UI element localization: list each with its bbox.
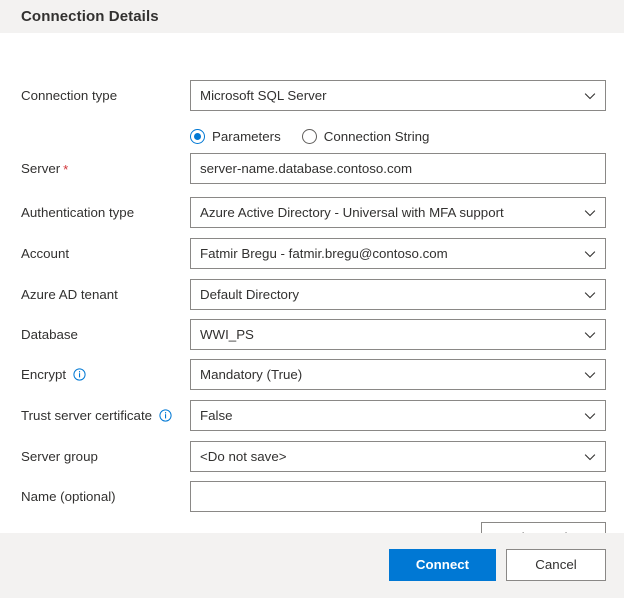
field-value: <Do not save> bbox=[200, 442, 287, 471]
connection-details-dialog: Connection Details Connection type Micros… bbox=[0, 0, 624, 598]
dropdown-server-group[interactable]: <Do not save> bbox=[190, 441, 606, 472]
dialog-title: Connection Details bbox=[0, 8, 159, 25]
form-row-server: Server* server-name.database.contoso.com bbox=[0, 153, 624, 184]
form-row-azure-ad-tenant: Azure AD tenant Default Directory bbox=[0, 279, 624, 310]
radio-option-connection-string[interactable]: Connection String bbox=[302, 129, 430, 144]
chevron-down-icon[interactable] bbox=[584, 401, 596, 430]
dropdown-account[interactable]: Fatmir Bregu - fatmir.bregu@contoso.com bbox=[190, 238, 606, 269]
form-row-trust-server-certificate: Trust server certificate False bbox=[0, 400, 624, 431]
radio-option-parameters[interactable]: Parameters bbox=[190, 129, 281, 144]
label-text: Server group bbox=[21, 449, 98, 464]
form-row-name-optional: Name (optional) bbox=[0, 481, 624, 512]
label-text: Encrypt bbox=[21, 367, 66, 382]
connection-input-mode-radio-group: Parameters Connection String bbox=[190, 125, 450, 147]
chevron-down-icon[interactable] bbox=[584, 442, 596, 471]
dropdown-connection-type[interactable]: Microsoft SQL Server bbox=[190, 80, 606, 111]
label-authentication-type: Authentication type bbox=[21, 197, 134, 228]
label-text: Connection type bbox=[21, 88, 117, 103]
radio-label: Parameters bbox=[212, 129, 281, 144]
info-icon[interactable] bbox=[73, 368, 86, 381]
cancel-button[interactable]: Cancel bbox=[506, 549, 606, 581]
radio-selected-icon[interactable] bbox=[190, 129, 205, 144]
field-value: server-name.database.contoso.com bbox=[200, 154, 412, 183]
required-asterisk: * bbox=[63, 162, 68, 177]
chevron-down-icon[interactable] bbox=[584, 81, 596, 110]
form-row-server-group: Server group <Do not save> bbox=[0, 441, 624, 472]
field-value: False bbox=[200, 401, 233, 430]
chevron-down-icon[interactable] bbox=[584, 239, 596, 268]
label-text: Account bbox=[21, 246, 69, 261]
info-icon[interactable] bbox=[159, 409, 172, 422]
chevron-down-icon[interactable] bbox=[584, 280, 596, 309]
label-text: Database bbox=[21, 327, 78, 342]
label-text: Authentication type bbox=[21, 205, 134, 220]
connect-button[interactable]: Connect bbox=[389, 549, 496, 581]
label-text: Trust server certificate bbox=[21, 408, 152, 423]
chevron-down-icon[interactable] bbox=[584, 198, 596, 227]
dropdown-database[interactable]: WWI_PS bbox=[190, 319, 606, 350]
form-row-encrypt: Encrypt Mandatory (True) bbox=[0, 359, 624, 390]
label-account: Account bbox=[21, 238, 69, 269]
label-text: Name (optional) bbox=[21, 489, 116, 504]
label-name-optional: Name (optional) bbox=[21, 481, 116, 512]
label-encrypt: Encrypt bbox=[21, 359, 86, 390]
label-azure-ad-tenant: Azure AD tenant bbox=[21, 279, 118, 310]
label-text: Azure AD tenant bbox=[21, 287, 118, 302]
field-value: Default Directory bbox=[200, 280, 299, 309]
radio-label: Connection String bbox=[324, 129, 430, 144]
dialog-body: Connection type Microsoft SQL Server Serve… bbox=[0, 33, 624, 598]
dialog-footer: Connect Cancel bbox=[0, 533, 624, 598]
dialog-header: Connection Details bbox=[0, 0, 624, 33]
label-text: Server bbox=[21, 161, 60, 176]
dropdown-azure-ad-tenant[interactable]: Default Directory bbox=[190, 279, 606, 310]
label-server-group: Server group bbox=[21, 441, 98, 472]
dropdown-authentication-type[interactable]: Azure Active Directory - Universal with … bbox=[190, 197, 606, 228]
radio-unselected-icon[interactable] bbox=[302, 129, 317, 144]
form-row-account: Account Fatmir Bregu - fatmir.bregu@conto… bbox=[0, 238, 624, 269]
dropdown-trust-server-certificate[interactable]: False bbox=[190, 400, 606, 431]
dropdown-encrypt[interactable]: Mandatory (True) bbox=[190, 359, 606, 390]
field-value: Microsoft SQL Server bbox=[200, 81, 327, 110]
label-connection-type: Connection type bbox=[21, 80, 117, 111]
form-row-database: Database WWI_PS bbox=[0, 319, 624, 350]
field-value: WWI_PS bbox=[200, 320, 254, 349]
input-name-optional[interactable] bbox=[190, 481, 606, 512]
label-database: Database bbox=[21, 319, 78, 350]
field-value: Azure Active Directory - Universal with … bbox=[200, 198, 504, 227]
label-server: Server* bbox=[21, 153, 68, 184]
field-value: Fatmir Bregu - fatmir.bregu@contoso.com bbox=[200, 239, 448, 268]
field-value: Mandatory (True) bbox=[200, 360, 302, 389]
form-row-authentication-type: Authentication type Azure Active Director… bbox=[0, 197, 624, 228]
input-server[interactable]: server-name.database.contoso.com bbox=[190, 153, 606, 184]
form-row-connection-type: Connection type Microsoft SQL Server bbox=[0, 80, 624, 111]
chevron-down-icon[interactable] bbox=[584, 320, 596, 349]
label-trust-server-certificate: Trust server certificate bbox=[21, 400, 172, 431]
chevron-down-icon[interactable] bbox=[584, 360, 596, 389]
